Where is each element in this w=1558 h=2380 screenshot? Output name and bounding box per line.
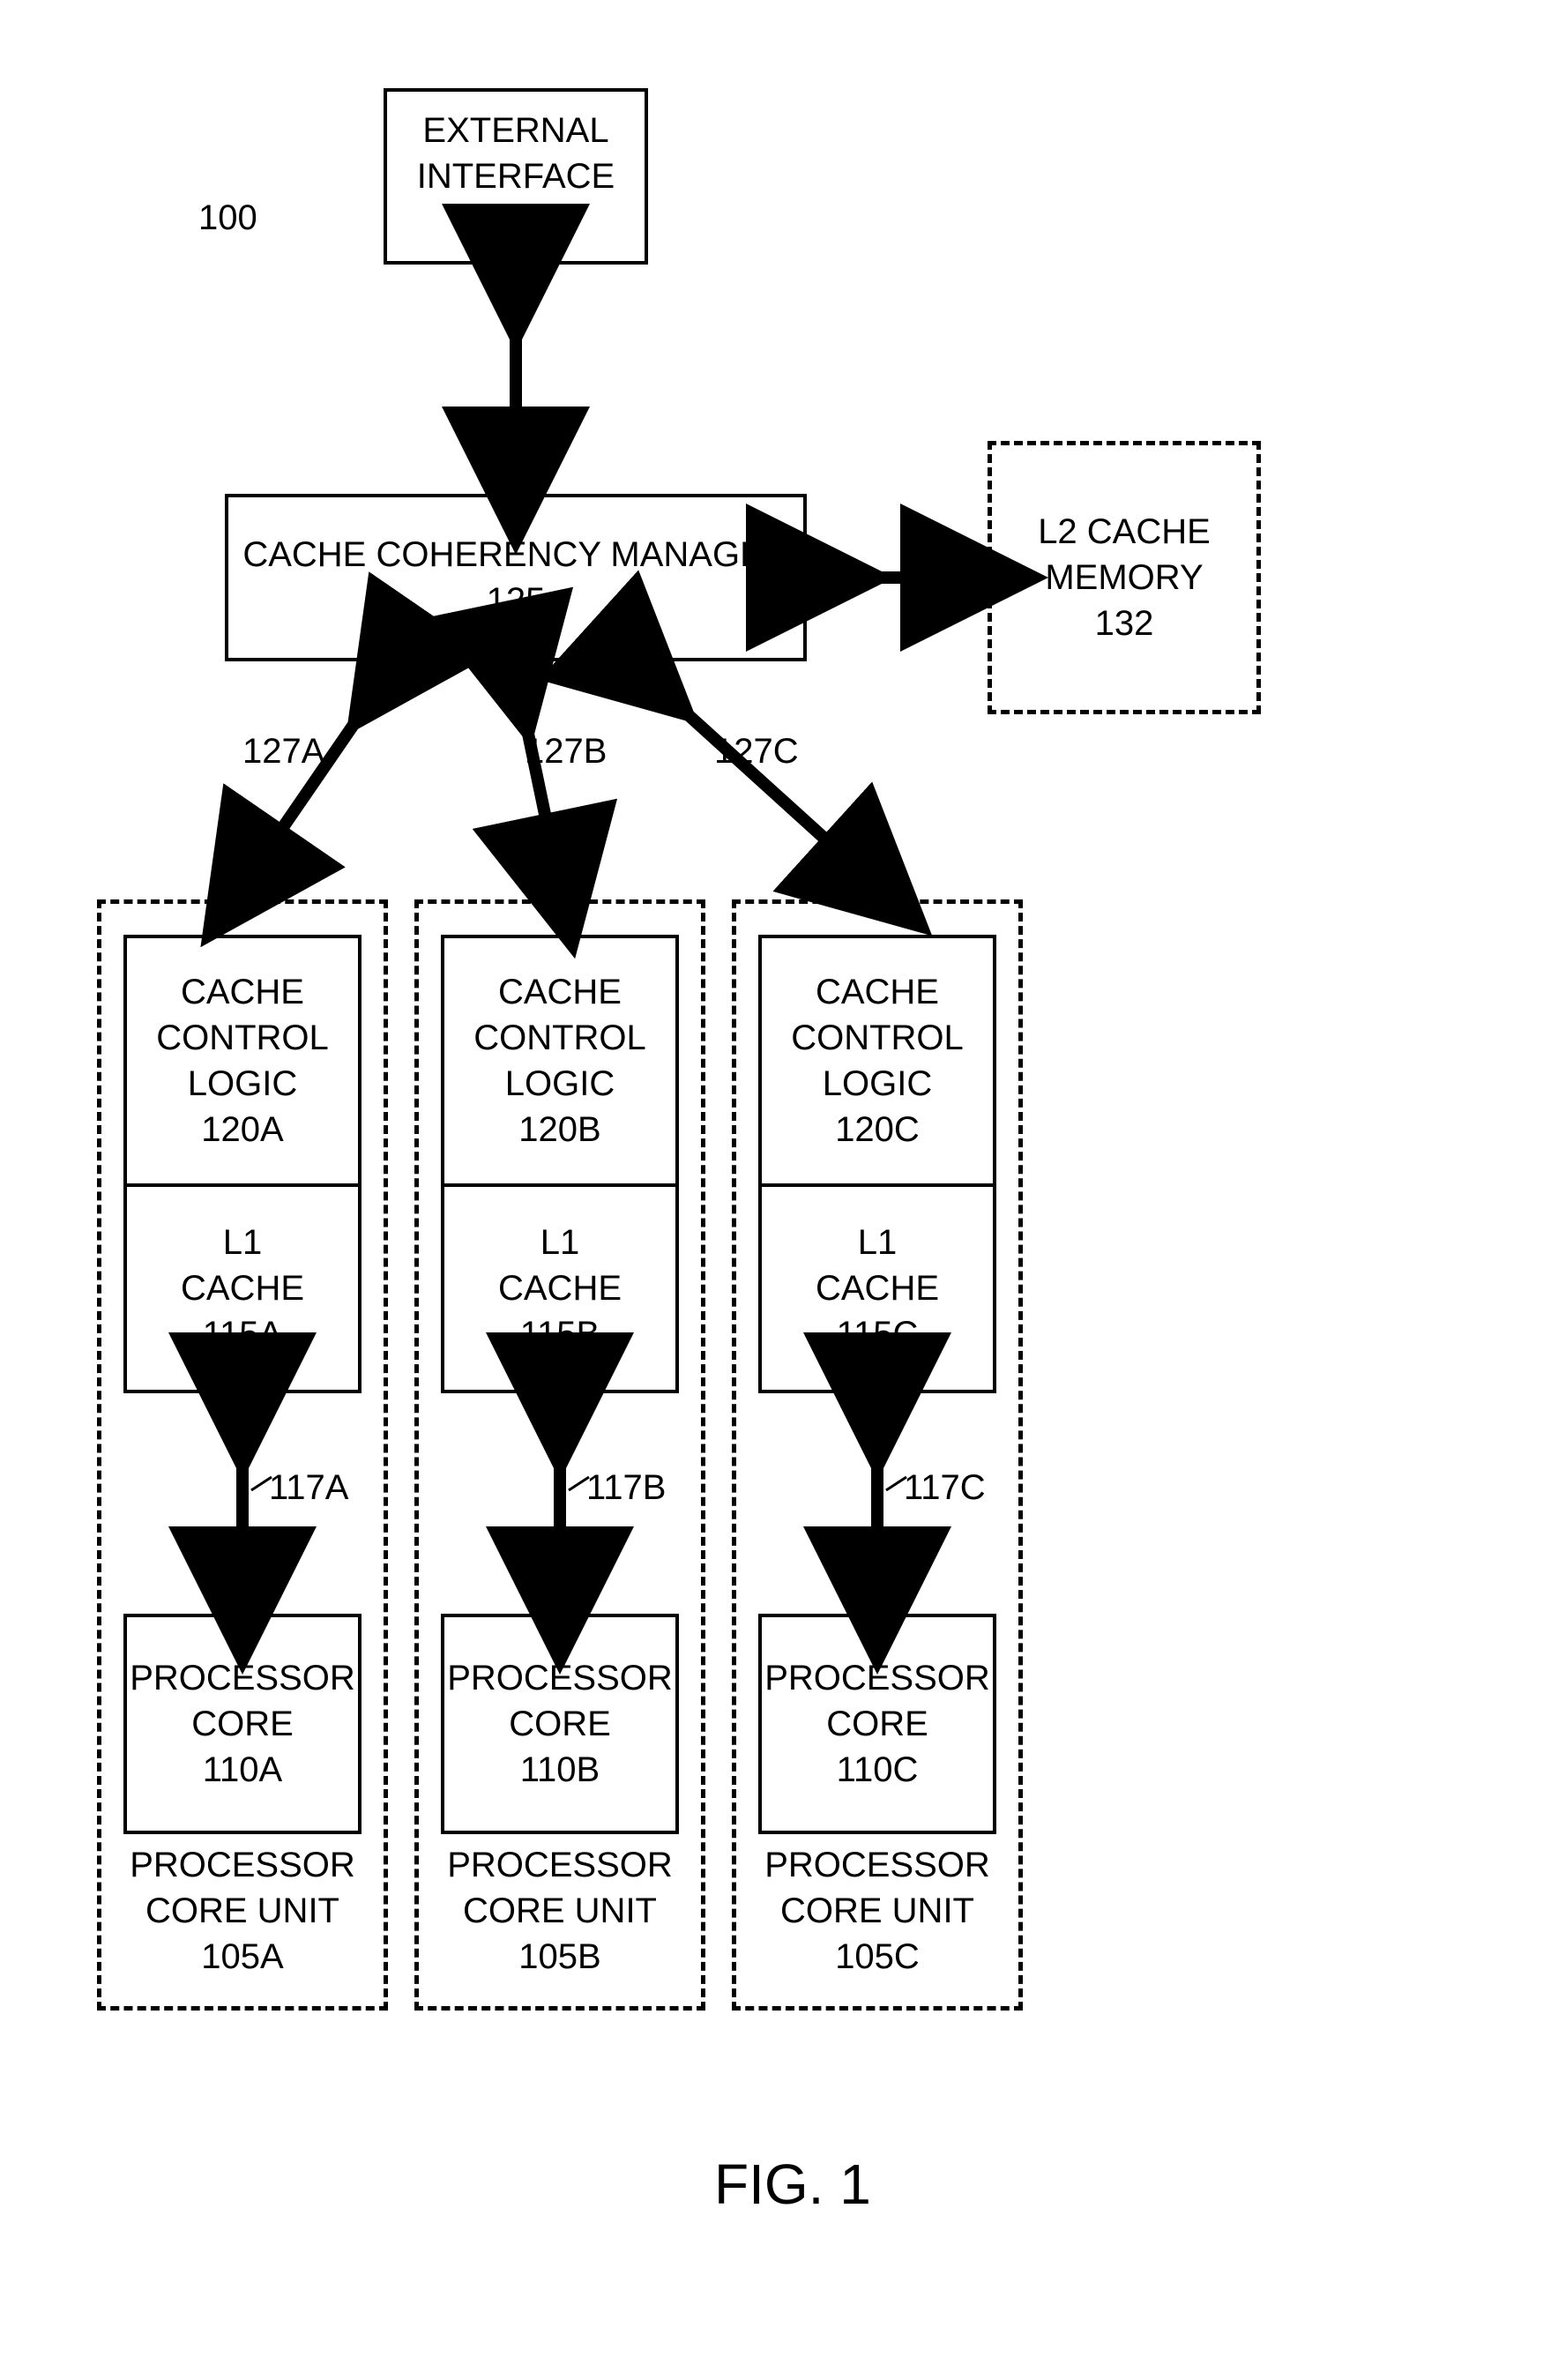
core-c-ref: 110C xyxy=(837,1747,919,1793)
ccl-c-ref: 120C xyxy=(835,1107,920,1153)
ccl-b-title: CACHE CONTROL LOGIC xyxy=(473,969,646,1107)
l1-c-ref: 115C xyxy=(837,1311,919,1357)
unit-c-title: PROCESSOR CORE UNIT xyxy=(764,1842,990,1934)
core-b-ref: 110B xyxy=(520,1747,600,1793)
ref-100: 100 xyxy=(198,198,257,238)
ccm-ref: 125 xyxy=(487,578,546,623)
ccm-title: CACHE COHERENCY MANAGER xyxy=(242,532,788,578)
external-interface-title: EXTERNAL INTERFACE xyxy=(417,108,615,199)
link-127a: 127A xyxy=(242,732,324,772)
unit-a-ref: 105A xyxy=(201,1934,283,1980)
link-127b: 127B xyxy=(525,732,607,772)
unit-a-cache-stack: CACHE CONTROL LOGIC 120A L1 CACHE 115A xyxy=(123,935,362,1393)
link-127c: 127C xyxy=(714,732,799,772)
l2-line2: MEMORY xyxy=(1045,555,1203,601)
l1-b-ref: 115B xyxy=(520,1311,600,1357)
unit-c-cache-stack: CACHE CONTROL LOGIC 120C L1 CACHE 115C xyxy=(758,935,996,1393)
l1-a-ref: 115A xyxy=(203,1311,282,1357)
l1-c-title: L1 CACHE xyxy=(816,1220,939,1311)
link-117b: 117B xyxy=(586,1468,666,1508)
ccl-a-ref: 120A xyxy=(201,1107,283,1153)
ccm-box: CACHE COHERENCY MANAGER 125 xyxy=(225,494,807,661)
ccl-c-title: CACHE CONTROL LOGIC xyxy=(791,969,964,1107)
l1-a-title: L1 CACHE xyxy=(181,1220,304,1311)
external-interface-box: EXTERNAL INTERFACE 130 xyxy=(384,88,648,265)
link-117a: 117A xyxy=(269,1468,348,1508)
core-a-title: PROCESSOR CORE xyxy=(130,1655,355,1747)
l2-ref: 132 xyxy=(1095,601,1154,646)
l2-line1: L2 CACHE xyxy=(1038,509,1211,555)
unit-c-ref: 105C xyxy=(835,1934,920,1980)
unit-b-cache-stack: CACHE CONTROL LOGIC 120B L1 CACHE 115B xyxy=(441,935,679,1393)
link-117c: 117C xyxy=(904,1468,986,1508)
diagram-root: 100 EXTERNAL INTERFACE 130 CACHE COHEREN… xyxy=(35,35,1523,2345)
l1-b-title: L1 CACHE xyxy=(498,1220,622,1311)
core-b-box: PROCESSOR CORE 110B xyxy=(441,1614,679,1834)
unit-a-title: PROCESSOR CORE UNIT xyxy=(130,1842,355,1934)
ccl-a-title: CACHE CONTROL LOGIC xyxy=(156,969,329,1107)
core-c-box: PROCESSOR CORE 110C xyxy=(758,1614,996,1834)
l2-cache-box: L2 CACHE MEMORY 132 xyxy=(988,441,1261,714)
core-b-title: PROCESSOR CORE xyxy=(447,1655,673,1747)
core-c-title: PROCESSOR CORE xyxy=(764,1655,990,1747)
figure-label: FIG. 1 xyxy=(714,2152,871,2217)
unit-b-ref: 105B xyxy=(518,1934,600,1980)
external-interface-ref: 130 xyxy=(487,199,546,245)
unit-b-title: PROCESSOR CORE UNIT xyxy=(447,1842,673,1934)
core-a-box: PROCESSOR CORE 110A xyxy=(123,1614,362,1834)
core-a-ref: 110A xyxy=(203,1747,282,1793)
ccl-b-ref: 120B xyxy=(518,1107,600,1153)
